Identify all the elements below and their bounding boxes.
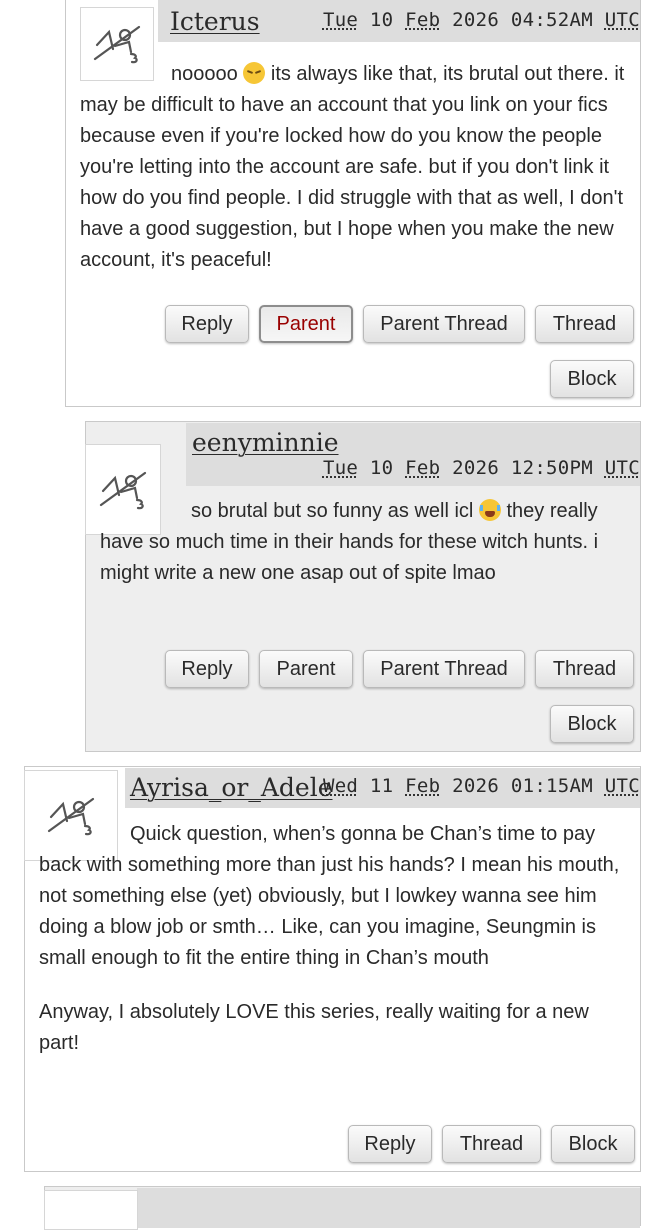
date-month: Feb	[405, 775, 441, 797]
comment-body: so brutal but so funny as well icl they …	[100, 496, 636, 589]
comment-datetime: Wed 11 Feb 2026 01:15AM UTC	[323, 775, 640, 797]
date-time: 12:50PM	[510, 457, 594, 479]
date-month: Feb	[405, 457, 441, 479]
comment-paragraph: Quick question, when’s gonna be Chan’s t…	[39, 823, 620, 969]
anonymous-user-icon[interactable]	[44, 1190, 138, 1230]
parent-thread-button[interactable]: Parent Thread	[363, 305, 525, 343]
date-weekday: Tue	[322, 457, 359, 479]
comment-text: its always like that, its brutal out the…	[80, 63, 625, 271]
comment-author-link[interactable]: eenyminnie	[192, 428, 339, 457]
date-time: 04:52AM	[510, 9, 594, 31]
comment-author-link[interactable]: Ayrisa_or_Adele	[130, 773, 333, 802]
comment-icterus: Icterus Tue 10 Feb 2026 04:52AM UTC nooo…	[65, 0, 641, 407]
reply-button[interactable]: Reply	[165, 650, 249, 688]
thread-button[interactable]: Thread	[535, 650, 634, 688]
pensive-face-icon	[243, 62, 266, 84]
loudly-crying-face-icon	[478, 499, 501, 521]
comment-byline: Ayrisa_or_Adele Wed 11 Feb 2026 01:15AM …	[125, 768, 640, 808]
block-button[interactable]: Block	[550, 360, 634, 398]
block-button[interactable]: Block	[550, 705, 634, 743]
parent-button[interactable]: Parent	[259, 650, 353, 688]
date-day: 11	[369, 775, 394, 797]
block-button[interactable]: Block	[551, 1125, 635, 1163]
comment-byline	[137, 1188, 640, 1228]
thread-button[interactable]: Thread	[442, 1125, 541, 1163]
date-zone: UTC	[604, 457, 640, 479]
comment-eenyminnie: eenyminnie Tue 10 Feb 2026 12:50PM UTC s…	[85, 421, 641, 752]
date-weekday: Wed	[322, 775, 359, 797]
comment-datetime: Tue 10 Feb 2026 12:50PM UTC	[323, 457, 640, 479]
comment-body: Quick question, when’s gonna be Chan’s t…	[39, 819, 629, 1059]
date-day: 10	[369, 9, 394, 31]
comment-paragraph: Anyway, I absolutely LOVE this series, r…	[39, 1001, 589, 1054]
reply-button[interactable]: Reply	[348, 1125, 432, 1163]
date-month: Feb	[405, 9, 441, 31]
reply-button[interactable]: Reply	[165, 305, 249, 343]
date-weekday: Tue	[322, 9, 359, 31]
date-year: 2026	[452, 775, 500, 797]
comment-byline: Icterus Tue 10 Feb 2026 04:52AM UTC	[158, 0, 640, 42]
parent-button[interactable]: Parent	[259, 305, 353, 343]
comment-byline: eenyminnie Tue 10 Feb 2026 12:50PM UTC	[186, 423, 640, 486]
comment-datetime: Tue 10 Feb 2026 04:52AM UTC	[323, 9, 640, 31]
comment-text: nooooo	[171, 63, 238, 85]
date-year: 2026	[452, 9, 500, 31]
date-zone: UTC	[604, 9, 640, 31]
date-day: 10	[369, 457, 394, 479]
comment-body: nooooo its always like that, its brutal …	[80, 59, 636, 276]
comment-text: so brutal but so funny as well icl	[191, 500, 474, 522]
date-year: 2026	[452, 457, 500, 479]
date-zone: UTC	[604, 775, 640, 797]
date-time: 01:15AM	[510, 775, 594, 797]
parent-thread-button[interactable]: Parent Thread	[363, 650, 525, 688]
comment-author-link[interactable]: Icterus	[170, 7, 260, 36]
thread-button[interactable]: Thread	[535, 305, 634, 343]
comment-ayrisa-or-adele: Ayrisa_or_Adele Wed 11 Feb 2026 01:15AM …	[24, 766, 641, 1172]
comment-truncated	[44, 1186, 641, 1230]
